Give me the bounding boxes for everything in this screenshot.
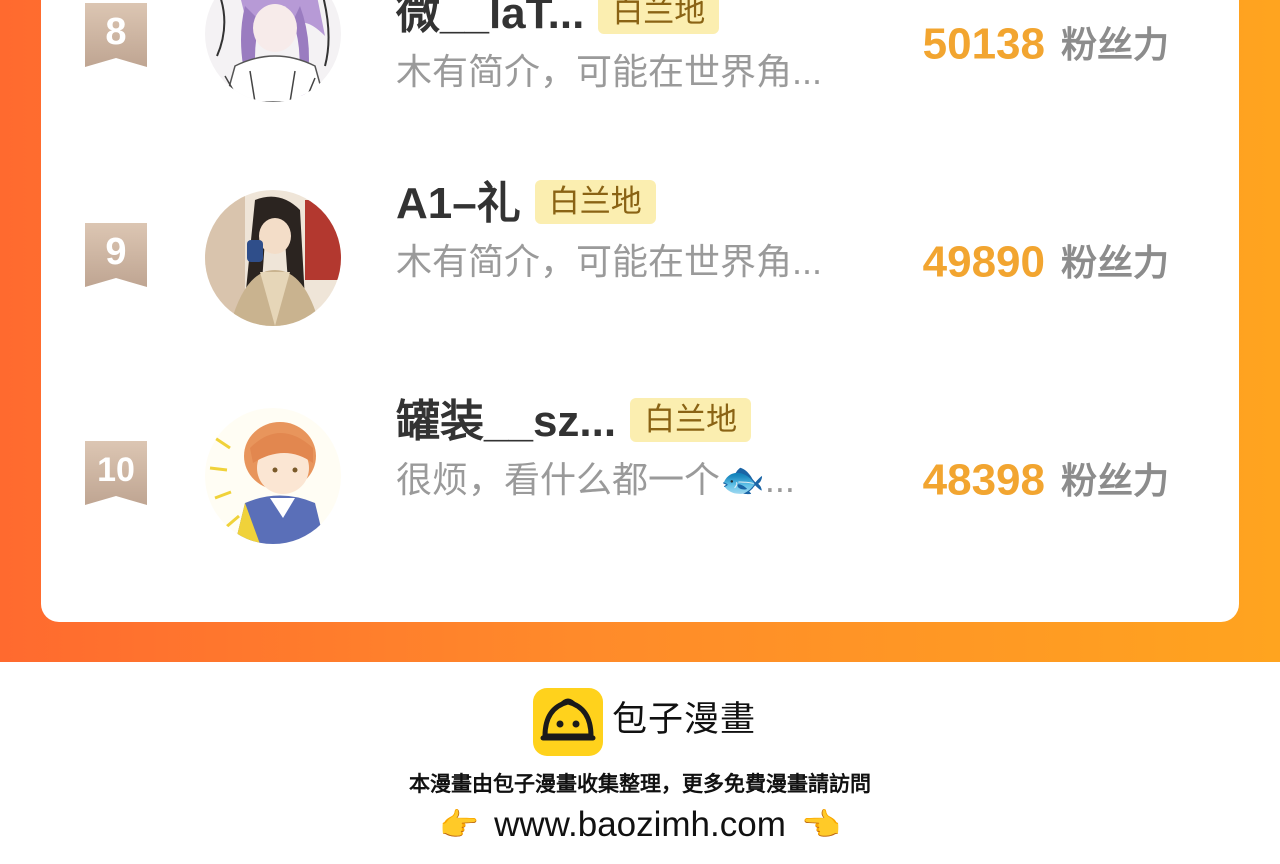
avatar-illustration-icon <box>205 0 341 102</box>
site-footer: 包子漫畫 本漫畫由包子漫畫收集整理，更多免費漫畫請訪問 👉 www.baozim… <box>0 662 1280 864</box>
user-avatar[interactable] <box>205 0 341 102</box>
pointing-right-hand-icon: 👉 <box>439 805 480 844</box>
fans-unit: 粉丝力 <box>1060 459 1169 501</box>
ranking-row[interactable]: 9 A1–礼 白兰地 木有简介，可能在世界角... 49890 粉丝力 <box>41 179 1239 328</box>
user-name[interactable]: 罐装__sz... 白兰地 <box>396 396 752 448</box>
user-name[interactable]: A1–礼 白兰地 <box>396 178 656 230</box>
ranking-card: 8 微__laT... 白兰地 木有简介，可能在世界角... 50138 粉丝力 9 <box>41 0 1239 622</box>
rank-ribbon: 8 <box>85 3 147 67</box>
fans-unit: 粉丝力 <box>1060 241 1169 283</box>
fans-score: 50138 粉丝力 <box>923 18 1169 71</box>
level-badge: 白兰地 <box>598 0 720 35</box>
site-url-link[interactable]: www.baozimh.com <box>494 805 786 844</box>
fans-score: 48398 粉丝力 <box>923 454 1169 507</box>
user-avatar[interactable] <box>205 190 341 326</box>
ranking-row[interactable]: 10 罐装__sz... 白兰地 很烦，看什么都一个🐟... 48398 粉丝力 <box>41 397 1239 546</box>
user-name-text: 罐装__sz... <box>396 397 617 446</box>
baozi-logo-icon[interactable] <box>533 688 603 756</box>
fans-number: 49890 <box>922 237 1045 287</box>
brand-name[interactable]: 包子漫畫 <box>612 696 756 744</box>
level-badge: 白兰地 <box>630 398 752 443</box>
user-name-text: 微__laT... <box>396 0 585 38</box>
user-avatar[interactable] <box>205 408 341 544</box>
pointing-left-hand-icon: 👈 <box>800 805 841 844</box>
user-bio: 很烦，看什么都一个🐟... <box>396 459 795 500</box>
rank-ribbon: 10 <box>85 441 147 505</box>
collection-notice: 本漫畫由包子漫畫收集整理，更多免費漫畫請訪問 <box>409 772 871 796</box>
user-name[interactable]: 微__laT... 白兰地 <box>396 0 720 40</box>
user-bio: 木有简介，可能在世界角... <box>396 241 823 282</box>
fans-number: 48398 <box>922 455 1045 505</box>
fans-score: 49890 粉丝力 <box>923 236 1169 289</box>
level-badge: 白兰地 <box>534 180 656 225</box>
rank-ribbon: 9 <box>85 223 147 287</box>
avatar-illustration-icon <box>205 408 341 544</box>
user-name-text: A1–礼 <box>396 179 521 228</box>
avatar-illustration-icon <box>205 190 341 326</box>
ranking-row[interactable]: 8 微__laT... 白兰地 木有简介，可能在世界角... 50138 粉丝力 <box>41 0 1239 110</box>
fans-number: 50138 <box>922 19 1045 69</box>
fans-unit: 粉丝力 <box>1060 23 1169 65</box>
user-bio: 木有简介，可能在世界角... <box>396 51 823 92</box>
site-url-line: 👉 www.baozimh.com 👈 <box>0 802 1280 847</box>
